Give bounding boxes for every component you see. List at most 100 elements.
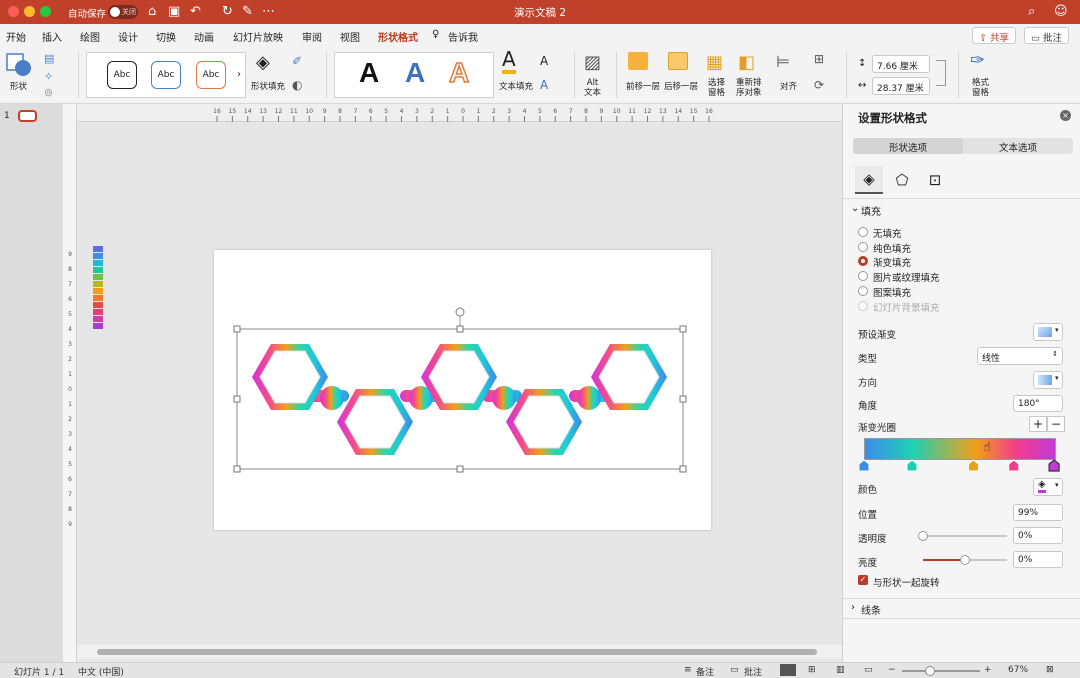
size-properties-icon[interactable]: ⊡ xyxy=(921,166,949,194)
hexagon-graphic[interactable] xyxy=(214,250,711,530)
format-pane-icon[interactable]: ✑ xyxy=(970,50,985,71)
gradient-stop[interactable] xyxy=(967,459,979,472)
brightness-slider-knob[interactable] xyxy=(960,555,970,565)
tab-animations[interactable]: 动画 xyxy=(194,29,214,44)
shape-style-3[interactable]: Abc xyxy=(196,61,226,89)
close-icon[interactable]: × xyxy=(1060,110,1071,121)
zoom-out-icon[interactable]: − xyxy=(888,665,896,675)
preset-gradient-dropdown[interactable]: ▾ xyxy=(1033,323,1063,341)
tab-shape-format[interactable]: 形状格式 xyxy=(378,29,418,48)
type-select[interactable]: 线性 ⇕ xyxy=(977,347,1063,365)
tab-design[interactable]: 设计 xyxy=(118,29,138,44)
merge-shapes-icon[interactable]: ⊚ xyxy=(44,86,53,99)
brightness-input[interactable]: 0% xyxy=(1013,551,1063,568)
brightness-slider[interactable] xyxy=(923,555,1007,565)
shape-style-2[interactable]: Abc xyxy=(151,61,181,89)
edit-shape-icon[interactable]: ✧ xyxy=(44,70,53,83)
gradient-stop[interactable] xyxy=(859,459,870,472)
comments-button[interactable]: ▭ 批注 xyxy=(1024,27,1070,44)
account-icon[interactable]: ☺ xyxy=(1054,4,1068,19)
group-icon[interactable]: ⊞ xyxy=(814,52,824,66)
zoom-level[interactable]: 67% xyxy=(1008,665,1028,675)
gradient-stop[interactable] xyxy=(1048,459,1060,472)
slideshow-icon[interactable]: ▭ xyxy=(864,665,873,675)
remove-stop-button[interactable]: − xyxy=(1047,416,1065,432)
normal-view-icon[interactable] xyxy=(780,664,796,676)
wordart-style-1[interactable]: A xyxy=(359,57,379,89)
slide[interactable] xyxy=(214,250,711,530)
shape-styles-gallery[interactable]: Abc Abc Abc › xyxy=(86,52,246,98)
transparency-slider[interactable] xyxy=(918,531,1007,541)
status-comments-button[interactable]: 批注 xyxy=(744,665,762,678)
tab-shape-options[interactable]: 形状选项 xyxy=(853,138,963,154)
rotate-with-shape-checkbox[interactable]: ✓ xyxy=(858,575,868,585)
shape-style-1[interactable]: Abc xyxy=(107,61,137,89)
rotate-icon[interactable]: ⟳ xyxy=(814,78,824,92)
radio-gradient-fill[interactable] xyxy=(858,256,868,266)
tab-home[interactable]: 开始 xyxy=(6,29,26,44)
selection-pane-icon[interactable]: ▦ xyxy=(706,52,723,73)
position-input[interactable]: 99% xyxy=(1013,504,1063,521)
fill-section-header[interactable]: 填充 xyxy=(861,203,881,218)
slide-sorter-icon[interactable]: ⊞ xyxy=(808,665,816,675)
textbox-icon[interactable]: ▤ xyxy=(44,52,54,65)
notes-button[interactable]: 备注 xyxy=(696,665,714,678)
wordart-style-3[interactable]: A xyxy=(448,56,470,89)
chevron-down-icon[interactable]: ⌄ xyxy=(851,203,859,214)
language[interactable]: 中文 (中国) xyxy=(78,665,124,678)
transparency-slider-knob[interactable] xyxy=(918,531,928,541)
align-icon[interactable]: ⊨ xyxy=(776,52,790,71)
width-input[interactable]: 28.37 厘米 xyxy=(872,77,930,95)
gradient-bar[interactable] xyxy=(864,438,1056,460)
rotate-handle[interactable] xyxy=(455,307,465,317)
bring-forward-icon[interactable] xyxy=(628,52,648,70)
shape-outline-icon[interactable]: ✐ xyxy=(292,54,302,68)
effects-icon[interactable]: ⬠ xyxy=(888,166,916,194)
reading-view-icon[interactable]: ▥ xyxy=(836,665,845,675)
search-icon[interactable]: ⌕ xyxy=(1028,4,1035,19)
zoom-slider[interactable] xyxy=(902,670,980,672)
tab-view[interactable]: 视图 xyxy=(340,29,360,44)
text-outline-icon[interactable]: A xyxy=(540,54,548,68)
height-input[interactable]: 7.66 厘米 xyxy=(872,55,930,73)
color-picker-button[interactable]: ◈ ▾ xyxy=(1033,478,1063,496)
tab-transitions[interactable]: 切换 xyxy=(156,29,176,44)
shape-effects-icon[interactable]: ◐ xyxy=(292,78,302,92)
line-section-header[interactable]: 线条 xyxy=(861,602,881,617)
tab-insert[interactable]: 插入 xyxy=(42,29,62,44)
share-button[interactable]: ⇪ 共享 xyxy=(972,27,1016,44)
radio-background-fill[interactable] xyxy=(858,301,868,311)
gradient-stop[interactable] xyxy=(1008,459,1020,472)
alt-text-icon[interactable]: ▨ xyxy=(584,52,601,73)
radio-solid-fill[interactable] xyxy=(858,242,868,252)
wordart-gallery[interactable]: A A A xyxy=(334,52,494,98)
lock-aspect-icon[interactable] xyxy=(936,60,946,86)
tell-me[interactable]: 告诉我 xyxy=(448,29,478,44)
direction-dropdown[interactable]: ▾ xyxy=(1033,371,1063,389)
zoom-in-icon[interactable]: + xyxy=(984,665,992,675)
chevron-right-icon[interactable]: › xyxy=(851,602,855,613)
text-fill-icon[interactable]: A xyxy=(502,48,516,74)
angle-input[interactable]: 180° xyxy=(1013,395,1063,412)
tab-draw[interactable]: 绘图 xyxy=(80,29,100,44)
transparency-input[interactable]: 0% xyxy=(1013,527,1063,544)
radio-pattern-fill[interactable] xyxy=(858,286,868,296)
gradient-stop-markers[interactable] xyxy=(859,458,1069,472)
slide-thumbnail[interactable] xyxy=(18,110,37,122)
horizontal-scrollbar[interactable] xyxy=(77,645,842,659)
gradient-stop[interactable] xyxy=(906,459,918,472)
tab-slideshow[interactable]: 幻灯片放映 xyxy=(233,29,283,44)
gallery-more-icon[interactable]: › xyxy=(237,69,241,80)
shapes-icon[interactable] xyxy=(6,52,34,78)
zoom-slider-knob[interactable] xyxy=(925,666,935,676)
fit-to-window-icon[interactable]: ⊠ xyxy=(1046,665,1054,675)
tab-text-options[interactable]: 文本选项 xyxy=(963,140,1073,154)
radio-picture-fill[interactable] xyxy=(858,271,868,281)
shape-fill-icon[interactable]: ◈ xyxy=(256,52,270,73)
text-effects-icon[interactable]: A xyxy=(540,78,548,92)
send-backward-icon[interactable] xyxy=(668,52,688,70)
fill-line-icon[interactable]: ◈ xyxy=(855,166,883,194)
wordart-style-2[interactable]: A xyxy=(405,57,425,89)
add-stop-button[interactable]: + xyxy=(1029,416,1047,432)
reorder-icon[interactable]: ◧ xyxy=(738,52,755,73)
